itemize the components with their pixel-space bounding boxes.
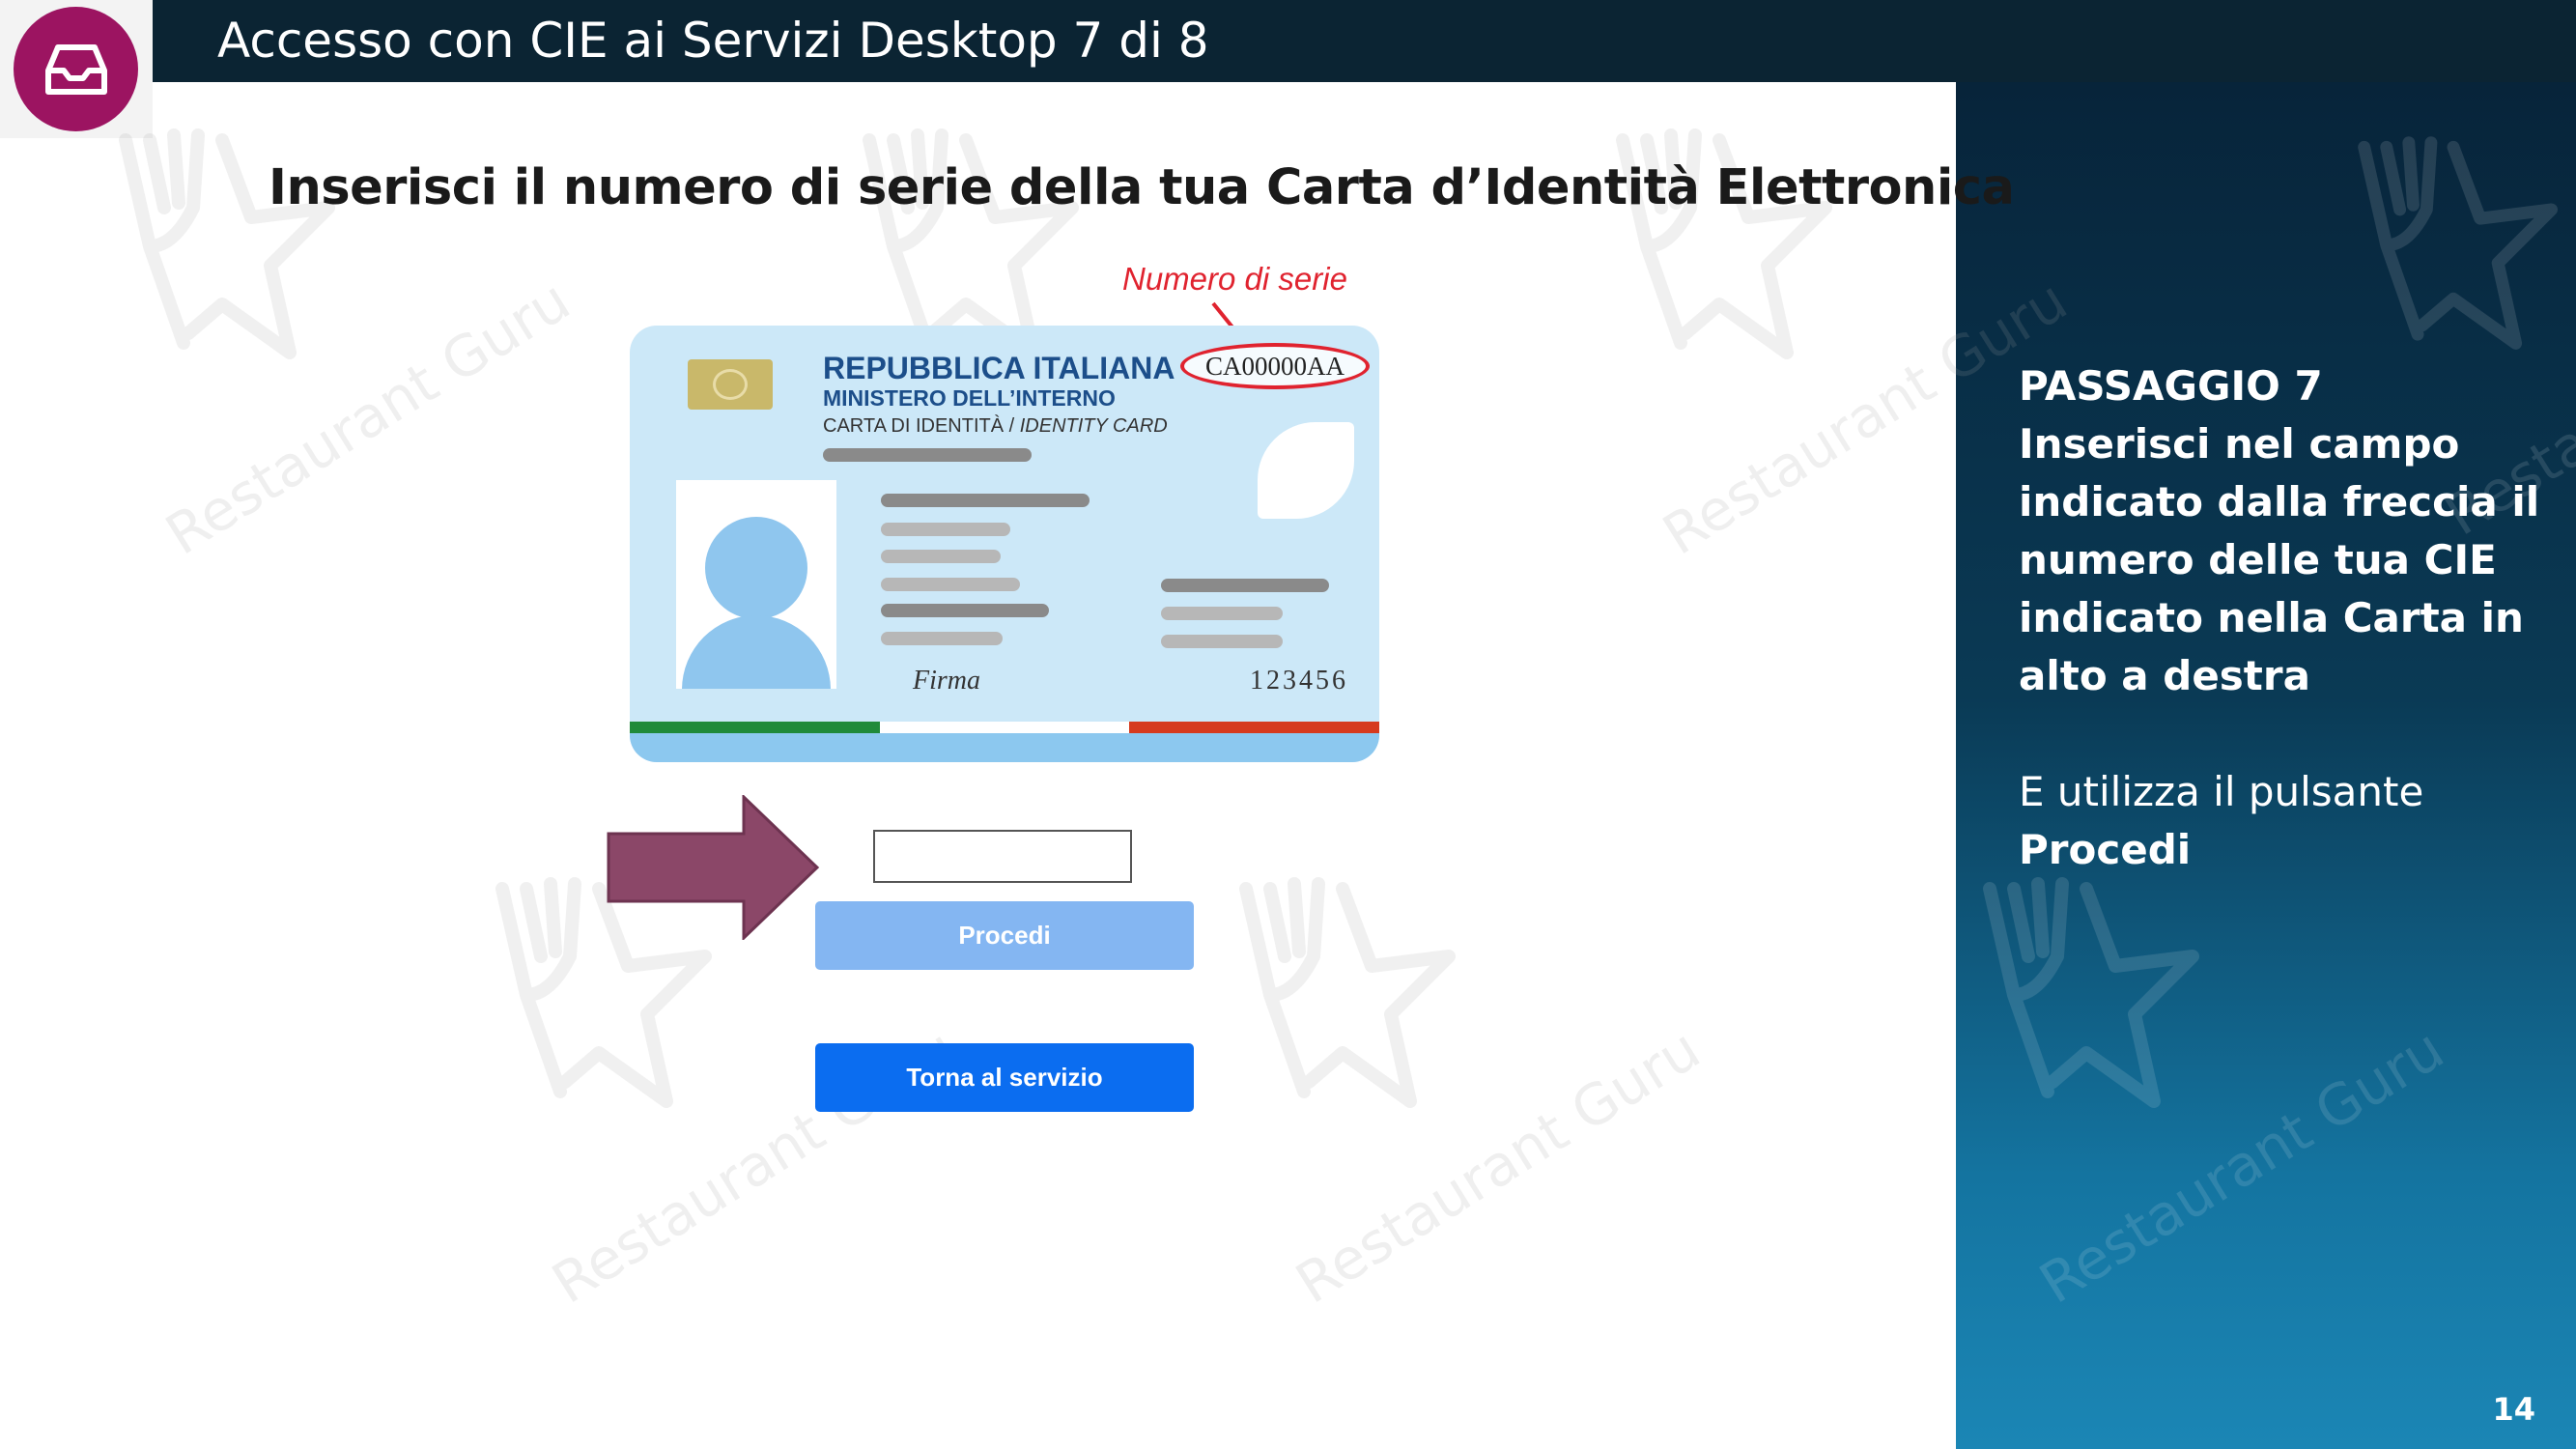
watermark-fork-star-icon <box>1239 877 1456 1108</box>
card-placeholder-bar <box>1161 579 1329 592</box>
serial-number-input[interactable] <box>873 830 1132 883</box>
watermark-text: Restaurant Guru <box>155 267 581 568</box>
step-instructions: PASSAGGIO 7 Inserisci nel campo indicato… <box>2019 357 2560 879</box>
card-ministry: MINISTERO DELL’INTERNO <box>823 385 1116 411</box>
photo-body <box>682 615 831 689</box>
card-placeholder-bar <box>1161 607 1283 620</box>
card-placeholder-bar <box>881 494 1090 507</box>
card-type-it: CARTA DI IDENTITÀ / <box>823 415 1020 437</box>
watermark-fork-star-icon <box>863 128 1079 359</box>
card-placeholder-bar <box>881 632 1003 645</box>
italian-flag-stripe <box>630 722 1379 733</box>
photo-head <box>705 517 807 619</box>
watermark-text: Restaurant Guru <box>1285 1015 1712 1317</box>
watermark-fork-star-icon <box>119 128 335 359</box>
card-photo <box>676 480 836 689</box>
page-number: 14 <box>2492 1391 2535 1428</box>
card-placeholder-bar <box>1161 635 1283 648</box>
instruction-heading: Inserisci il numero di serie della tua C… <box>269 159 2015 216</box>
card-republic: REPUBBLICA ITALIANA <box>823 351 1175 385</box>
pointer-arrow-icon <box>607 795 820 940</box>
step-title: PASSAGGIO 7 <box>2019 362 2323 410</box>
card-placeholder-bar <box>823 448 1032 462</box>
serial-number-label: Numero di serie <box>1122 261 1347 297</box>
card-placeholder-bar <box>881 604 1049 617</box>
procedi-button[interactable]: Procedi <box>815 901 1194 970</box>
step-note: E utilizza il pulsante Procedi <box>2019 763 2560 879</box>
torna-al-servizio-button[interactable]: Torna al servizio <box>815 1043 1194 1112</box>
card-type-en: IDENTITY CARD <box>1019 415 1168 437</box>
card-signature: Firma <box>913 666 980 696</box>
card-bottom-band <box>630 733 1379 762</box>
card-placeholder-bar <box>881 578 1020 591</box>
logo-tile <box>0 0 153 138</box>
identity-card-image: REPUBBLICA ITALIANA MINISTERO DELL’INTER… <box>630 326 1379 762</box>
slide-title: Accesso con CIE ai Servizi Desktop 7 di … <box>217 13 1209 69</box>
card-placeholder-bar <box>881 550 1001 563</box>
card-hologram <box>1258 422 1354 519</box>
inbox-icon <box>44 43 107 95</box>
card-chip <box>688 359 773 410</box>
card-number: 123456 <box>1250 666 1348 696</box>
step-note-prefix: E utilizza il pulsante <box>2019 768 2424 815</box>
card-type: CARTA DI IDENTITÀ / IDENTITY CARD <box>823 415 1168 438</box>
card-placeholder-bar <box>881 523 1010 536</box>
step-note-bold: Procedi <box>2019 826 2192 873</box>
step-body: Inserisci nel campo indicato dalla frecc… <box>2019 420 2540 699</box>
logo <box>14 7 138 131</box>
card-serial-number: CA00000AA <box>1180 343 1370 389</box>
watermark-fork-star-icon <box>1616 128 1832 359</box>
